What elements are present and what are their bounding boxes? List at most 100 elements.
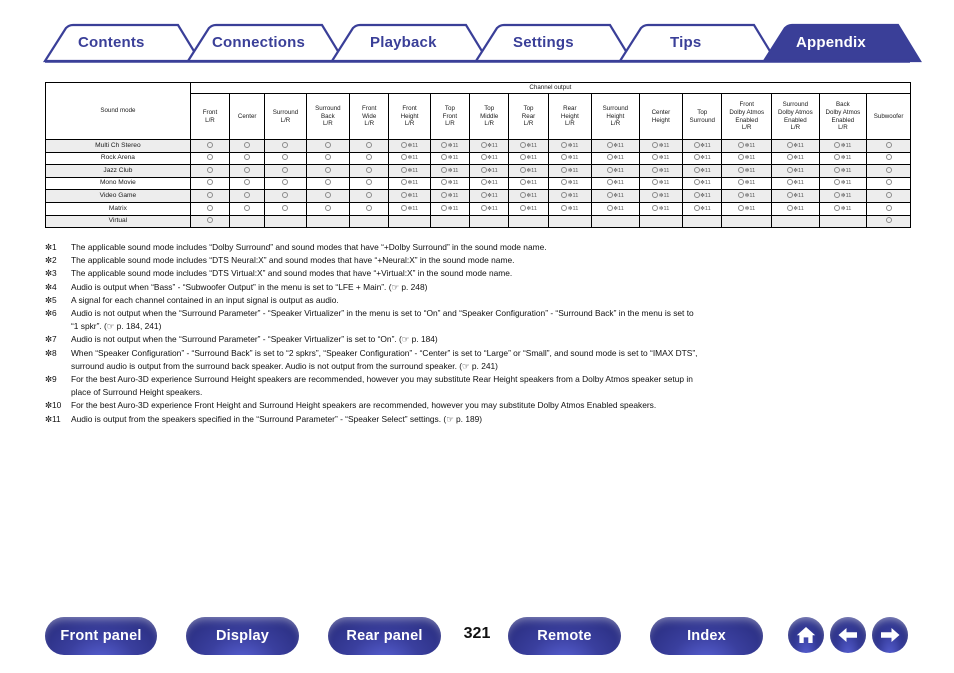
channel-cell-11: ✼11 [638,139,684,153]
channel-cell-7: ✼11 [469,164,510,178]
nav-button-display[interactable]: Display [186,617,299,655]
footnote: ✼9 For the best Auro-3D experience Surrou… [45,373,925,386]
channel-cell-15: ✼11 [818,164,868,178]
column-header-15: Back Dolby Atmos Enabled L/R [818,93,868,140]
channel-cell-16 [866,139,911,153]
channel-cell-12: ✼11 [682,201,723,216]
channel-cell-14: ✼11 [771,201,820,216]
channel-cell-14: ✼11 [771,176,820,191]
channel-cell-0 [189,176,231,191]
channel-cell-5: ✼11 [388,151,431,166]
channel-cell-1 [229,189,266,203]
channel-cell-11: ✼11 [638,164,684,178]
channel-output-table-wrapper: Sound mode Channel output Front L/R Center… [45,82,912,229]
column-header-8: Top Rear L/R [508,93,549,140]
channel-cell-11: ✼11 [638,151,684,166]
channel-cell-14: ✼11 [771,151,820,166]
tab-connections[interactable]: Connections [212,35,305,50]
channel-cell-8: ✼11 [508,189,549,203]
channel-cell-9: ✼11 [547,151,593,166]
bottom-navigation-bar: Front panel Display Rear panel 321 Remot… [0,617,954,657]
nav-button-index[interactable]: Index [650,617,763,655]
channel-output-group-header: Channel output [189,82,912,94]
sound-mode-name: Matrix [45,201,191,216]
channel-cell-1 [229,176,266,191]
channel-cell-12: ✼11 [682,189,723,203]
channel-cell-5 [388,214,431,229]
channel-cell-2 [264,151,307,166]
channel-cell-0 [189,189,231,203]
footnote-text: For the best Auro-3D experience Front He… [71,400,657,411]
channel-cell-0 [189,201,231,216]
nav-button-front-panel[interactable]: Front panel [45,617,157,655]
nav-button-remote[interactable]: Remote [508,617,621,655]
sound-mode-name: Jazz Club [45,164,191,178]
channel-cell-12: ✼11 [682,139,723,153]
channel-cell-15: ✼11 [818,201,868,216]
footnote-text: The applicable sound mode includes “DTS … [71,255,515,266]
footnote-marker: ✼4 [45,281,57,292]
nav-button-rear-panel[interactable]: Rear panel [328,617,441,655]
channel-cell-3 [305,201,351,216]
channel-cell-15: ✼11 [818,151,868,166]
footnote: ✼8 When “Speaker Configuration” - “Surrou… [45,347,925,360]
column-header-9: Rear Height L/R [547,93,593,140]
footnote: ✼2 The applicable sound mode includes “DT… [45,254,925,267]
column-header-4: Front Wide L/R [349,93,390,140]
channel-cell-9: ✼11 [547,139,593,153]
column-header-11: Center Height [638,93,684,140]
footnotes-list: ✼1 The applicable sound mode includes “Do… [45,241,925,426]
channel-cell-14: ✼11 [771,139,820,153]
channel-cell-7: ✼11 [469,151,510,166]
channel-cell-4 [349,151,390,166]
forward-button[interactable] [872,617,908,653]
footnote-marker: ✼2 [45,255,57,266]
sound-mode-name: Video Game [45,189,191,203]
channel-cell-9: ✼11 [547,164,593,178]
channel-cell-13: ✼11 [721,139,773,153]
channel-cell-13: ✼11 [721,189,773,203]
column-header-12: Top Surround [682,93,723,140]
footnote-text: For the best Auro-3D experience Surround… [71,374,693,385]
footnote: ✼1 The applicable sound mode includes “Do… [45,241,925,254]
channel-cell-16 [866,176,911,191]
sound-mode-name: Rock Arena [45,151,191,166]
channel-cell-3 [305,164,351,178]
footnote: ✼5 A signal for each channel contained in… [45,294,925,307]
footnote-marker: ✼1 [45,242,57,252]
tab-settings[interactable]: Settings [513,35,574,50]
table-row: Jazz Club ✼11 ✼11 ✼11 ✼11 ✼11 ✼11 ✼11 ✼11 ✼11 ✼11 ✼… [45,164,911,178]
footnote-text: The applicable sound mode includes “Dolb… [71,242,547,252]
channel-cell-0 [189,214,231,229]
channel-cell-0 [189,151,231,166]
channel-cell-3 [305,214,351,229]
tab-playback[interactable]: Playback [370,35,437,50]
tab-tips[interactable]: Tips [670,35,701,50]
channel-cell-14: ✼11 [771,164,820,178]
channel-output-table: Sound mode Channel output Front L/R Center… [45,82,912,229]
table-row: Mono Movie ✼11 ✼11 ✼11 ✼11 ✼11 ✼11 ✼11 ✼11 ✼11 ✼11… [45,176,911,191]
channel-cell-5: ✼11 [388,201,431,216]
channel-cell-13: ✼11 [721,151,773,166]
tab-appendix[interactable]: Appendix [796,35,866,50]
footnote-text: When “Speaker Configuration” - “Surround… [71,347,698,358]
channel-cell-11: ✼11 [638,201,684,216]
channel-cell-8: ✼11 [508,151,549,166]
channel-cell-8 [508,214,549,229]
home-button[interactable] [788,617,824,653]
channel-cell-6: ✼11 [429,176,471,191]
channel-cell-4 [349,139,390,153]
footnote-text: Audio is not output when the “Surround P… [71,334,438,345]
channel-cell-10: ✼11 [591,164,640,178]
footnote-continuation: place of Surround Height speakers. [45,386,925,399]
channel-cell-11: ✼11 [638,176,684,191]
channel-cell-6: ✼11 [429,151,471,166]
tab-contents[interactable]: Contents [78,35,145,50]
footnote-text-continued: surround audio is output from the surrou… [71,360,498,371]
channel-cell-4 [349,189,390,203]
channel-cell-4 [349,176,390,191]
back-button[interactable] [830,617,866,653]
table-head-group-row: Sound mode Channel output [45,82,912,140]
footnote-marker: ✼5 [45,294,57,305]
channel-cell-1 [229,151,266,166]
